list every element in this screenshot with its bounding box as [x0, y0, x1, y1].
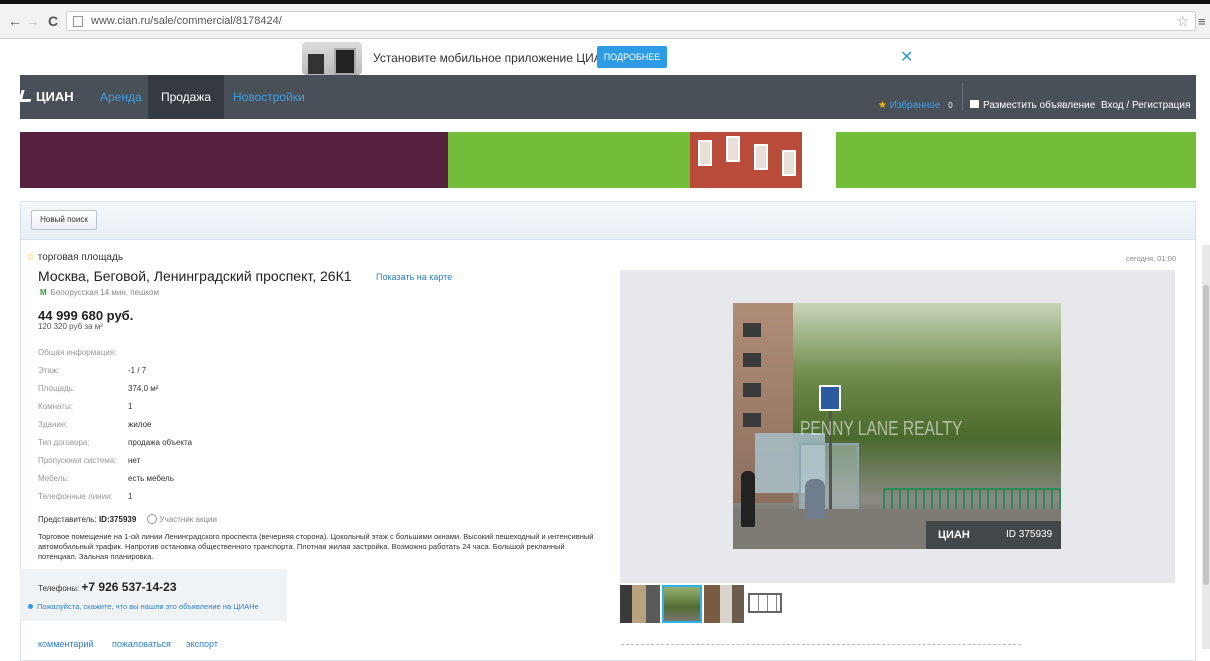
favorites-link[interactable]: ★ Избранное 0: [878, 100, 953, 111]
prop-building: Здание: жилое: [38, 420, 152, 429]
metro-info: М Белорусская 14 мин. пешком: [40, 288, 159, 297]
listing-address: Москва, Беговой, Ленинградский проспект,…: [38, 268, 352, 284]
phone-number[interactable]: +7 926 537-14-23: [81, 580, 176, 594]
mention-cian-note: Пожалуйста, скажите, что вы нашли это об…: [28, 602, 259, 611]
logo-mark-icon: [18, 90, 34, 102]
section-divider: [621, 644, 1021, 645]
thumbnail[interactable]: [704, 585, 744, 623]
metro-icon: М: [40, 288, 47, 297]
phone-illustration: [302, 42, 362, 75]
app-promo-more-button[interactable]: ПОДРОБНЕЕ: [597, 46, 667, 68]
thumbnail[interactable]: [620, 585, 660, 623]
star-icon: ★: [878, 100, 887, 111]
phones: Телефоны: +7 926 537-14-23: [38, 580, 177, 594]
prop-access: Пропускная система: нет: [38, 456, 141, 465]
search-bar: Новый поиск: [21, 202, 1195, 240]
listing-date: сегодня, 01:00: [1126, 254, 1177, 263]
close-icon[interactable]: ✕: [900, 47, 913, 67]
ad-banner[interactable]: [20, 132, 1196, 188]
prop-floor: Этаж: -1 / 7: [38, 366, 147, 375]
info-dot-icon: [28, 604, 33, 609]
participant-badge: Участник акции: [146, 514, 217, 524]
prop-contract: Тип договора: продажа объекта: [38, 438, 193, 447]
report-link[interactable]: пожаловаться: [112, 639, 171, 649]
prop-rooms: Комнаты: 1: [38, 402, 133, 411]
site-header: ЦИАН Аренда Продажа Новостройки ★ Избран…: [18, 75, 1196, 119]
favorites-count: 0: [948, 101, 953, 110]
browser-toolbar: ← → C www.cian.ru/sale/commercial/817842…: [0, 4, 1210, 39]
price-per-m2: 120 320 руб за м²: [38, 322, 103, 331]
browser-menu-icon[interactable]: ≡: [1198, 14, 1206, 29]
general-info-heading: Общая информация:: [38, 348, 117, 357]
nav-new-buildings[interactable]: Новостройки: [233, 90, 305, 104]
scrollbar[interactable]: [1202, 245, 1210, 649]
check-circle-icon: [146, 514, 157, 524]
photo-id: ID 375939: [1006, 529, 1053, 540]
ad-icon: [970, 100, 979, 108]
bus-stop-sign: [819, 385, 841, 411]
login-link[interactable]: Вход / Регистрация: [1101, 100, 1190, 111]
address-bar[interactable]: www.cian.ru/sale/commercial/8178424/ ☆: [66, 11, 1196, 31]
nav-rent[interactable]: Аренда: [100, 90, 142, 104]
url-text: www.cian.ru/sale/commercial/8178424/: [91, 15, 282, 27]
export-link[interactable]: экспорт: [186, 639, 218, 649]
app-promo-text: Установите мобильное приложение ЦИАН: [373, 51, 611, 65]
forward-icon[interactable]: →: [26, 13, 40, 29]
prop-phone-lines: Телефонные линии: 1: [38, 492, 133, 501]
listing-price: 44 999 680 руб.: [38, 308, 134, 323]
thumbnail-floorplan[interactable]: [746, 585, 786, 623]
prop-furniture: Мебель: есть мебель: [38, 474, 174, 483]
show-on-map-link[interactable]: Показать на карте: [376, 272, 452, 282]
post-ad-link[interactable]: Разместить объявление: [970, 100, 1095, 111]
listing-description: Торговое помещение на 1-ой линии Ленингр…: [38, 532, 594, 561]
phone-box: [20, 569, 287, 621]
divider: [962, 83, 963, 111]
cian-logo[interactable]: ЦИАН: [18, 89, 74, 104]
favorite-star-icon[interactable]: ☆: [26, 252, 35, 263]
listing-type: ☆ торговая площадь: [26, 252, 124, 263]
representative: Представитель: ID:375939 Участник акции: [38, 514, 217, 524]
thumbnail-selected[interactable]: [662, 585, 702, 623]
representative-id[interactable]: ID:375939: [99, 515, 136, 524]
nav-sale[interactable]: Продажа: [148, 75, 224, 119]
page-icon: [73, 16, 83, 27]
comment-link[interactable]: комментарий: [38, 639, 93, 649]
back-icon[interactable]: ←: [8, 13, 22, 29]
photo-watermark: PENNY LANE REALTY: [800, 418, 963, 440]
bookmark-star-icon[interactable]: ☆: [1176, 13, 1189, 30]
prop-area: Площадь: 374,0 м²: [38, 384, 159, 393]
new-search-button[interactable]: Новый поиск: [31, 210, 97, 230]
reload-icon[interactable]: C: [46, 13, 60, 29]
photo-logo: ЦИАН: [938, 529, 970, 541]
photo-id-badge: ЦИАН ID 375939: [926, 521, 1061, 549]
